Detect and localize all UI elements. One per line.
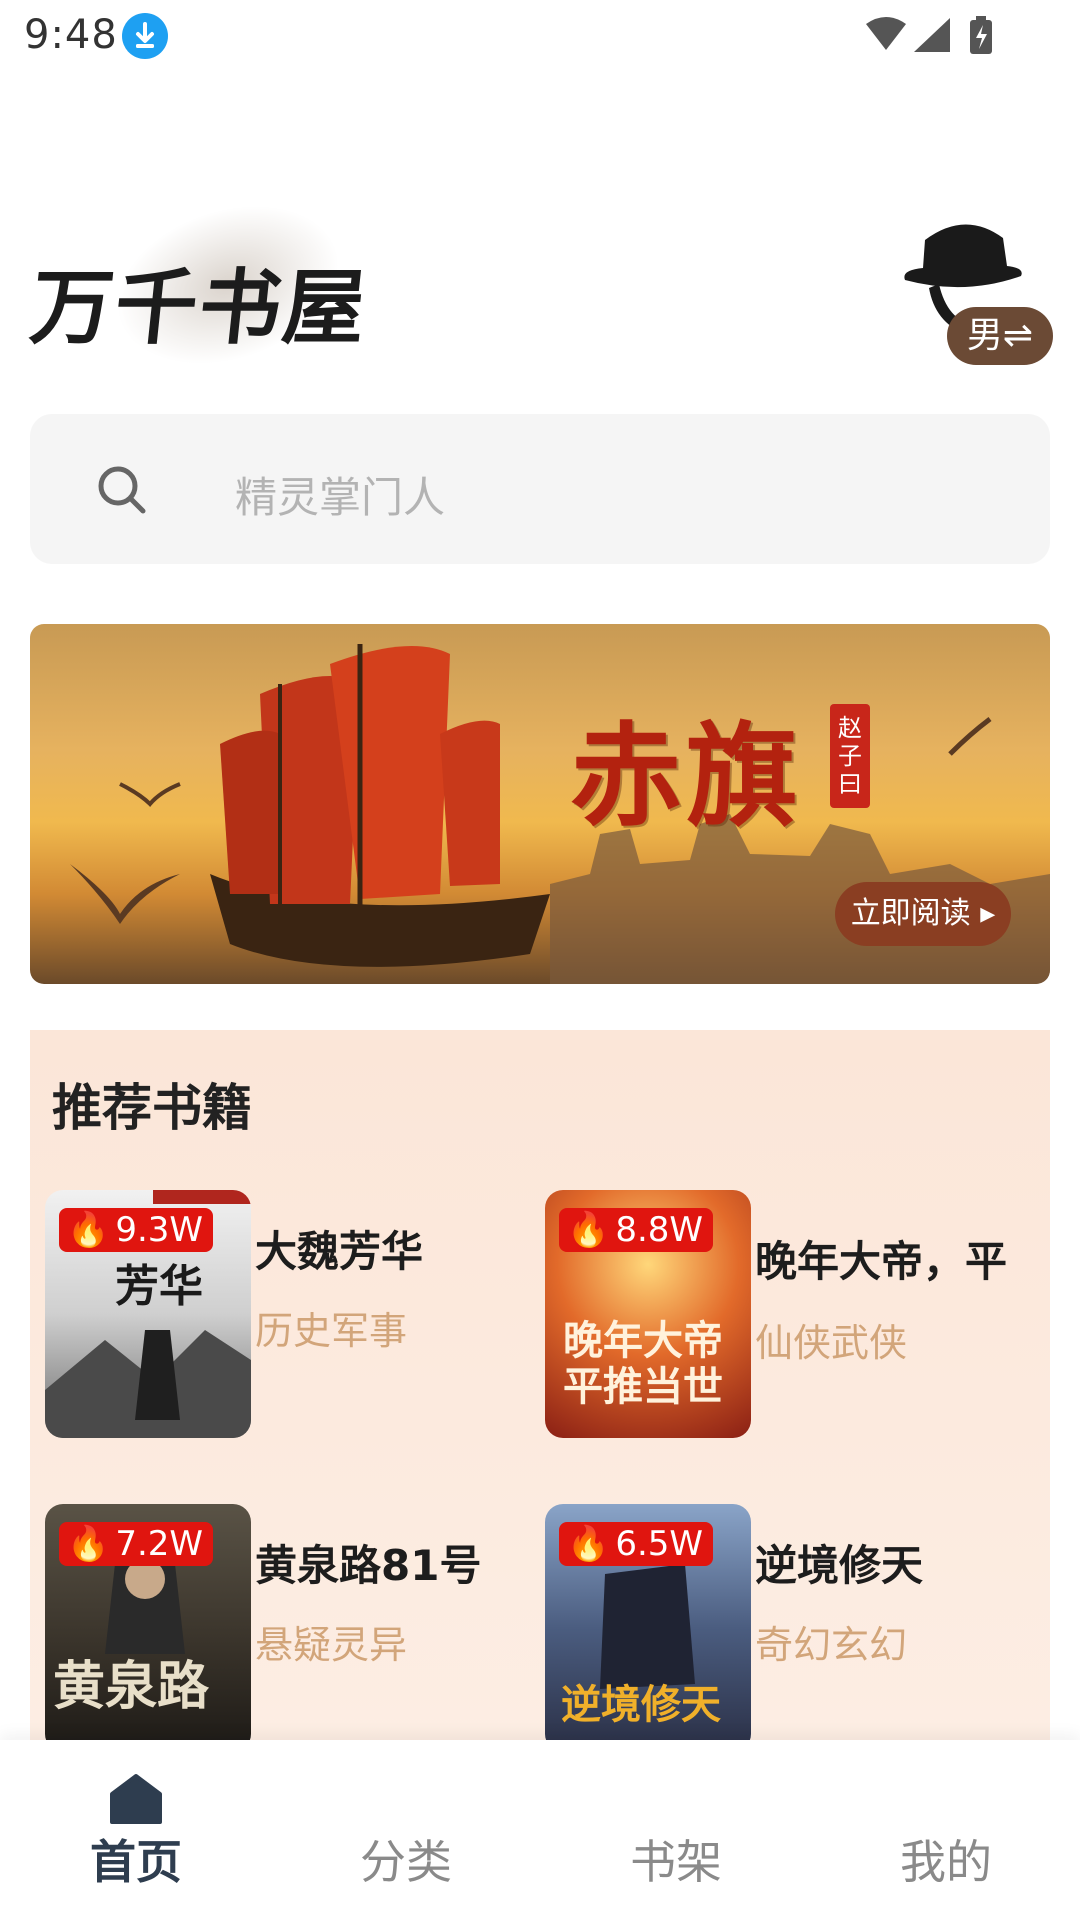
book-genre: 历史军事 xyxy=(255,1309,408,1353)
nav-tab-profile[interactable]: 我的 xyxy=(846,1826,1046,1892)
banner-title: 赤旗 xyxy=(570,711,802,842)
heat-badge: 🔥 7.2W xyxy=(59,1522,214,1566)
home-icon[interactable] xyxy=(106,1772,166,1826)
book-genre: 奇幻玄幻 xyxy=(755,1623,908,1667)
heat-badge: 🔥 9.3W xyxy=(59,1208,214,1252)
status-time: 9:48 xyxy=(24,12,118,58)
app-logo: 万千书屋 xyxy=(26,178,438,392)
book-card-4[interactable]: 逆境修天 🔥 6.5W 逆境修天 奇幻玄幻 xyxy=(545,1504,1035,1764)
book-card-2[interactable]: 晚年大帝 平推当世 🔥 8.8W 晚年大帝，平 仙侠武侠 xyxy=(545,1190,1035,1450)
banner-author: 赵子曰 xyxy=(830,704,870,808)
book-genre: 悬疑灵异 xyxy=(255,1623,408,1667)
book-title: 逆境修天 xyxy=(755,1541,924,1590)
flame-icon: 🔥 xyxy=(567,1524,610,1564)
wifi-icon xyxy=(866,17,906,50)
bottom-nav: 首页 分类 书架 我的 xyxy=(0,1740,1080,1920)
heat-badge: 🔥 8.8W xyxy=(559,1208,714,1252)
book-card-1[interactable]: 芳华 🔥 9.3W 大魏芳华 历史军事 xyxy=(45,1190,535,1450)
battery-charging-icon xyxy=(970,16,992,54)
nav-tab-category[interactable]: 分类 xyxy=(306,1826,506,1892)
book-cover: 芳华 🔥 9.3W xyxy=(45,1190,251,1438)
book-title: 晚年大帝，平 xyxy=(755,1237,1008,1286)
read-now-button[interactable]: 立即阅读 ▸ xyxy=(835,882,1011,946)
status-icons xyxy=(862,12,1012,60)
promo-banner[interactable]: 赤旗 赵子曰 立即阅读 ▸ xyxy=(30,624,1050,984)
gender-toggle-button[interactable]: 男⇌ xyxy=(947,307,1053,365)
status-bar: 9:48 xyxy=(0,0,1080,72)
book-title: 黄泉路81号 xyxy=(255,1541,482,1590)
search-input[interactable]: 精灵掌门人 xyxy=(30,414,1050,564)
flame-icon: 🔥 xyxy=(67,1210,110,1250)
book-genre: 仙侠武侠 xyxy=(755,1321,908,1365)
search-placeholder: 精灵掌门人 xyxy=(235,473,446,522)
flame-icon: 🔥 xyxy=(567,1210,610,1250)
flame-icon: 🔥 xyxy=(67,1524,110,1564)
nav-tab-home[interactable]: 首页 xyxy=(36,1826,236,1892)
nav-tab-bookshelf[interactable]: 书架 xyxy=(576,1826,776,1892)
download-icon xyxy=(122,13,168,59)
book-cover: 晚年大帝 平推当世 🔥 8.8W xyxy=(545,1190,751,1438)
section-title: 推荐书籍 xyxy=(52,1079,252,1137)
search-icon xyxy=(96,464,148,516)
book-title: 大魏芳华 xyxy=(255,1227,424,1276)
book-cover: 黄泉路 🔥 7.2W xyxy=(45,1504,251,1752)
book-card-3[interactable]: 黄泉路 🔥 7.2W 黄泉路81号 悬疑灵异 xyxy=(45,1504,535,1764)
signal-icon xyxy=(914,18,950,52)
logo-text: 万千书屋 xyxy=(26,260,373,356)
recommended-section: 推荐书籍 芳华 🔥 9.3W 大魏芳华 历史军事 晚年大帝 平推当世 🔥 8.8W 晚… xyxy=(30,1030,1050,1790)
heat-badge: 🔥 6.5W xyxy=(559,1522,714,1566)
book-cover: 逆境修天 🔥 6.5W xyxy=(545,1504,751,1752)
